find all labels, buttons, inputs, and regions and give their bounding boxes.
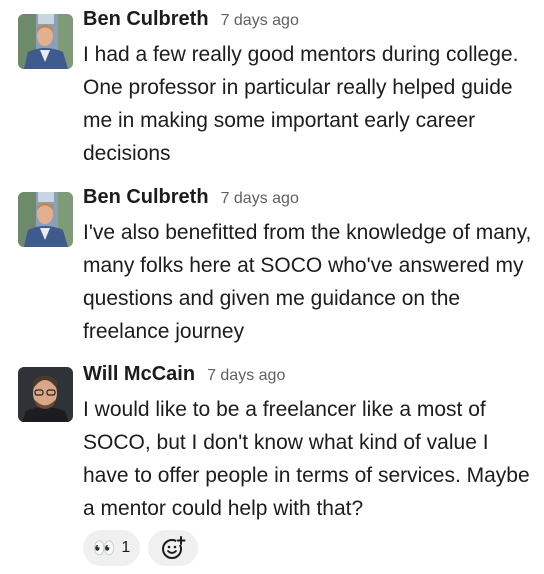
reaction-pill-eyes[interactable]: 👀 1 (83, 530, 141, 566)
avatar[interactable] (18, 192, 73, 247)
timestamp[interactable]: 7 days ago (221, 190, 299, 208)
message-meta: Will McCain 7 days ago (83, 363, 536, 393)
reactions-bar: 👀 1 (83, 530, 199, 566)
author-name[interactable]: Ben Culbreth (83, 186, 209, 209)
ben-culbreth-avatar-icon (18, 192, 73, 247)
message-meta: Ben Culbreth 7 days ago (83, 186, 536, 216)
message-text: I would like to be a freelancer like a m… (83, 398, 530, 520)
author-name[interactable]: Ben Culbreth (83, 8, 209, 31)
add-reaction-button[interactable] (148, 530, 199, 566)
message-text: I had a few really good mentors during c… (83, 43, 519, 165)
message-meta: Ben Culbreth 7 days ago (83, 8, 536, 38)
ben-culbreth-avatar-icon (18, 14, 73, 69)
reaction-count: 1 (121, 539, 131, 556)
message-text: I've also benefitted from the knowledge … (83, 221, 532, 343)
timestamp[interactable]: 7 days ago (221, 12, 299, 30)
will-mccain-avatar-icon (18, 367, 73, 422)
timestamp[interactable]: 7 days ago (207, 367, 285, 385)
avatar[interactable] (18, 367, 73, 422)
eyes-emoji-icon: 👀 (93, 537, 116, 558)
add-reaction-icon (162, 536, 187, 559)
avatar[interactable] (18, 14, 73, 69)
author-name[interactable]: Will McCain (83, 363, 195, 386)
